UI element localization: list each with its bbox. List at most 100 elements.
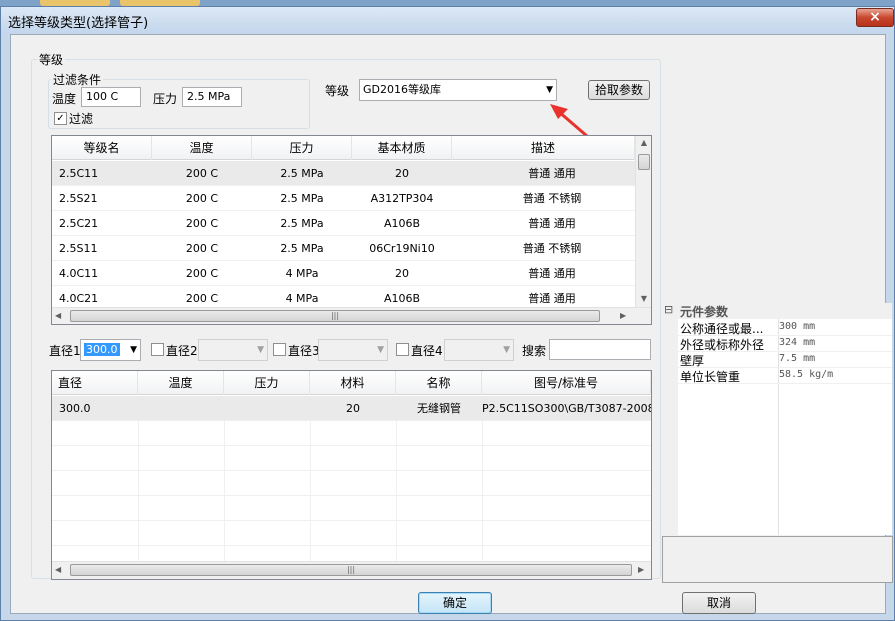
grid-line xyxy=(52,520,651,521)
table-row[interactable]: 2.5C11 200 C 2.5 MPa 20 普通 通用 xyxy=(52,161,635,186)
table-row[interactable]: 4.0C11 200 C 4 MPa 20 普通 通用 xyxy=(52,261,635,286)
dialog-window: 选择等级类型(选择管子) × 等级 过滤条件 温度 100 C 压力 2.5 M… xyxy=(0,6,895,621)
property-category-row[interactable]: ⊟ 元件参数 xyxy=(661,303,892,319)
column-header[interactable]: 描述 xyxy=(452,136,635,160)
grade-library-label: 等级 xyxy=(325,84,350,98)
description-cell: 普通 通用 xyxy=(528,217,576,230)
column-header[interactable]: 基本材质 xyxy=(352,136,452,160)
diameter-cell: 300.0 xyxy=(59,402,91,415)
grade-table-vscroll[interactable]: ▲ ▼ xyxy=(635,136,651,307)
property-grid: ⊟ 元件参数 公称通径或最... 300 mm 外径或标称外径 324 mm 壁… xyxy=(661,303,892,535)
chevron-down-icon: ▼ xyxy=(257,345,264,355)
column-header[interactable]: 材料 xyxy=(310,371,396,395)
property-category-label: 元件参数 xyxy=(680,305,729,319)
temperature-cell: 200 C xyxy=(185,167,219,180)
diameter4-select[interactable]: ▼ xyxy=(444,339,514,361)
property-value: 58.5 kg/m xyxy=(779,369,834,380)
column-header[interactable]: 温度 xyxy=(152,136,252,160)
description-cell: 普通 通用 xyxy=(528,267,576,280)
description-cell: 普通 不锈钢 xyxy=(522,242,582,255)
pick-params-button[interactable]: 拾取参数 xyxy=(588,80,650,100)
diameter2-checkbox[interactable] xyxy=(151,343,164,356)
filter-checkbox-label: 过滤 xyxy=(69,112,94,126)
filter-checkbox[interactable]: ✓ xyxy=(54,112,67,125)
grade-table-hscroll[interactable]: ◀ ||| ▶ xyxy=(52,307,651,324)
scroll-thumb[interactable]: ||| xyxy=(70,564,632,576)
scroll-down-icon[interactable]: ▼ xyxy=(636,294,651,303)
column-header[interactable]: 温度 xyxy=(138,371,224,395)
grade-name-cell: 2.5S11 xyxy=(59,242,98,255)
temperature-input[interactable]: 100 C xyxy=(81,87,141,107)
diameter3-checkbox[interactable] xyxy=(273,343,286,356)
component-table-body: 300.0 20 无缝钢管 P2.5C11SO300\GB/T3087-2008 xyxy=(52,396,651,561)
column-header[interactable]: 等级名 xyxy=(52,136,152,160)
table-row[interactable]: 2.5C21 200 C 2.5 MPa A106B 普通 通用 xyxy=(52,211,635,236)
scroll-right-icon[interactable]: ▶ xyxy=(620,311,626,320)
diameter1-value: 300.0 xyxy=(84,343,120,356)
diameter1-label: 直径1 xyxy=(49,344,81,358)
ok-button[interactable]: 确定 xyxy=(418,592,492,614)
search-input[interactable] xyxy=(549,339,651,360)
property-description-box xyxy=(662,536,893,583)
grade-table: 等级名 温度 压力 基本材质 描述 2.5C11 200 C 2.5 MPa 2… xyxy=(51,135,652,325)
property-name: 公称通径或最... xyxy=(680,322,764,336)
scroll-thumb[interactable]: ||| xyxy=(70,310,600,322)
table-row[interactable]: 2.5S21 200 C 2.5 MPa A312TP304 普通 不锈钢 xyxy=(52,186,635,211)
grade-group-label: 等级 xyxy=(37,51,66,68)
chevron-down-icon: ▼ xyxy=(546,85,553,95)
description-cell: 普通 不锈钢 xyxy=(522,192,582,205)
table-row[interactable]: 2.5S11 200 C 2.5 MPa 06Cr19Ni10 普通 不锈钢 xyxy=(52,236,635,261)
diameter3-select[interactable]: ▼ xyxy=(318,339,388,361)
diameter2-select[interactable]: ▼ xyxy=(198,339,268,361)
property-row[interactable]: 公称通径或最... 300 mm xyxy=(678,320,892,336)
title-bar: 选择等级类型(选择管子) × xyxy=(1,7,894,33)
table-row[interactable]: 300.0 20 无缝钢管 P2.5C11SO300\GB/T3087-2008 xyxy=(52,396,651,421)
diameter2-label: 直径2 xyxy=(166,344,198,358)
collapse-icon[interactable]: ⊟ xyxy=(664,303,673,316)
diameter3-label: 直径3 xyxy=(288,344,320,358)
grade-library-select[interactable]: GD2016等级库 ▼ xyxy=(359,79,557,101)
dialog-client-area: 等级 过滤条件 温度 100 C 压力 2.5 MPa ✓ 过滤 等级 GD20… xyxy=(10,34,893,614)
pressure-cell: 2.5 MPa xyxy=(280,217,324,230)
property-row[interactable]: 外径或标称外径 324 mm xyxy=(678,336,892,352)
grid-line xyxy=(52,545,651,546)
diameter4-label: 直径4 xyxy=(411,344,443,358)
pressure-input[interactable]: 2.5 MPa xyxy=(182,87,242,107)
chevron-down-icon: ▼ xyxy=(377,345,384,355)
scroll-left-icon[interactable]: ◀ xyxy=(55,311,61,320)
property-value: 7.5 mm xyxy=(779,353,816,364)
property-name: 壁厚 xyxy=(680,354,705,368)
standard-cell: P2.5C11SO300\GB/T3087-2008 xyxy=(482,402,651,415)
scroll-right-icon[interactable]: ▶ xyxy=(638,565,644,574)
pressure-cell xyxy=(224,396,310,421)
scroll-thumb[interactable] xyxy=(638,154,650,170)
material-cell: 20 xyxy=(346,402,360,415)
component-table-hscroll[interactable]: ◀ ||| ▶ xyxy=(52,561,651,579)
temperature-cell: 200 C xyxy=(185,217,219,230)
scroll-left-icon[interactable]: ◀ xyxy=(55,565,61,574)
property-value: 324 mm xyxy=(779,337,816,348)
column-header[interactable]: 名称 xyxy=(396,371,482,395)
property-row[interactable]: 单位长管重 58.5 kg/m xyxy=(678,368,892,384)
name-cell: 无缝钢管 xyxy=(417,402,461,415)
close-button[interactable]: × xyxy=(856,8,894,27)
material-cell: 20 xyxy=(395,167,409,180)
temperature-cell: 200 C xyxy=(185,192,219,205)
property-row[interactable]: 壁厚 7.5 mm xyxy=(678,352,892,368)
pressure-cell: 2.5 MPa xyxy=(280,242,324,255)
temperature-cell: 200 C xyxy=(185,242,219,255)
column-header[interactable]: 压力 xyxy=(252,136,352,160)
column-header[interactable]: 直径 xyxy=(52,371,138,395)
diameter4-checkbox[interactable] xyxy=(396,343,409,356)
column-header[interactable]: 压力 xyxy=(224,371,310,395)
column-header[interactable]: 图号/标准号 xyxy=(482,371,651,395)
pressure-cell: 2.5 MPa xyxy=(280,167,324,180)
diameter1-select[interactable]: 300.0 ▼ xyxy=(80,339,141,361)
property-gutter xyxy=(661,319,678,535)
grid-line xyxy=(52,470,651,471)
scroll-up-icon[interactable]: ▲ xyxy=(636,138,651,147)
temperature-cell xyxy=(138,396,224,421)
component-table: 直径 温度 压力 材料 名称 图号/标准号 300.0 20 无缝钢管 P2.5… xyxy=(51,370,652,580)
pressure-label: 压力 xyxy=(153,92,178,106)
cancel-button[interactable]: 取消 xyxy=(682,592,756,614)
